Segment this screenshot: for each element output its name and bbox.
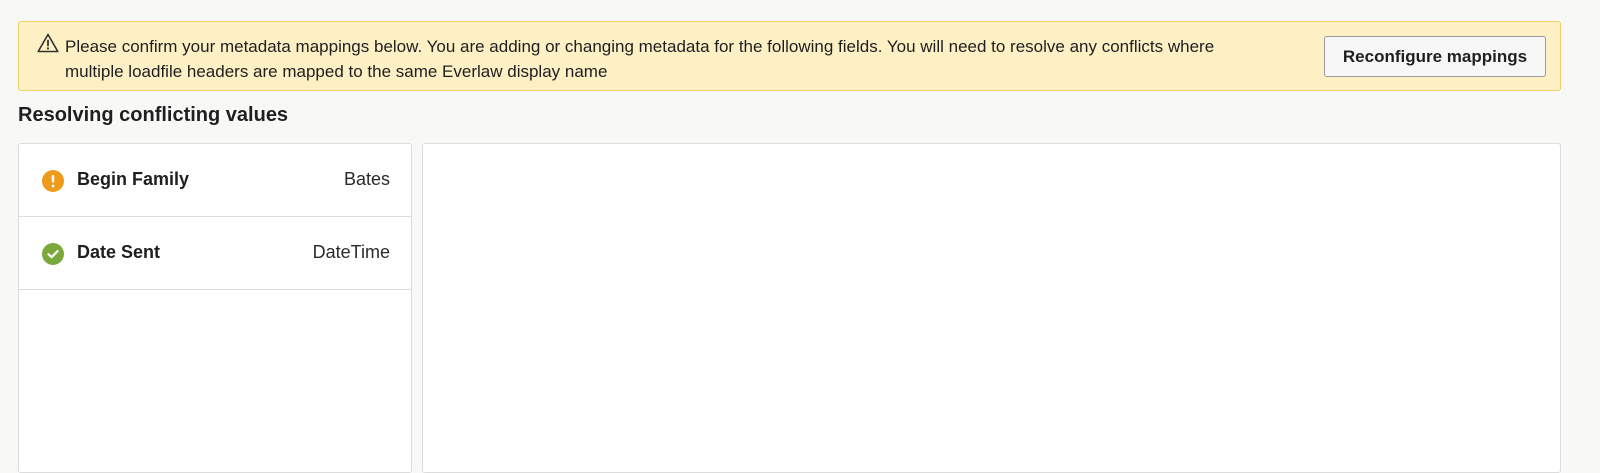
banner-message: Please confirm your metadata mappings be… bbox=[65, 37, 1215, 81]
exclamation-circle-icon bbox=[42, 170, 64, 192]
check-circle-icon bbox=[42, 243, 64, 265]
section-title: Resolving conflicting values bbox=[18, 104, 289, 126]
field-row-begin-family[interactable]: Begin Family Bates bbox=[19, 144, 411, 217]
warning-triangle-icon bbox=[37, 33, 59, 53]
field-name: Begin Family bbox=[77, 169, 190, 189]
field-name: Date Sent bbox=[77, 242, 161, 262]
field-list-panel: Begin Family Bates Date Sent DateTime bbox=[18, 143, 412, 473]
conflict-detail-panel bbox=[422, 143, 1561, 473]
conflict-warning-banner: Please confirm your metadata mappings be… bbox=[18, 21, 1561, 91]
field-row-date-sent[interactable]: Date Sent DateTime bbox=[19, 217, 411, 290]
field-type: DateTime bbox=[312, 242, 390, 262]
field-type: Bates bbox=[343, 169, 390, 189]
reconfigure-mappings-button[interactable]: Reconfigure mappings bbox=[1324, 36, 1546, 77]
